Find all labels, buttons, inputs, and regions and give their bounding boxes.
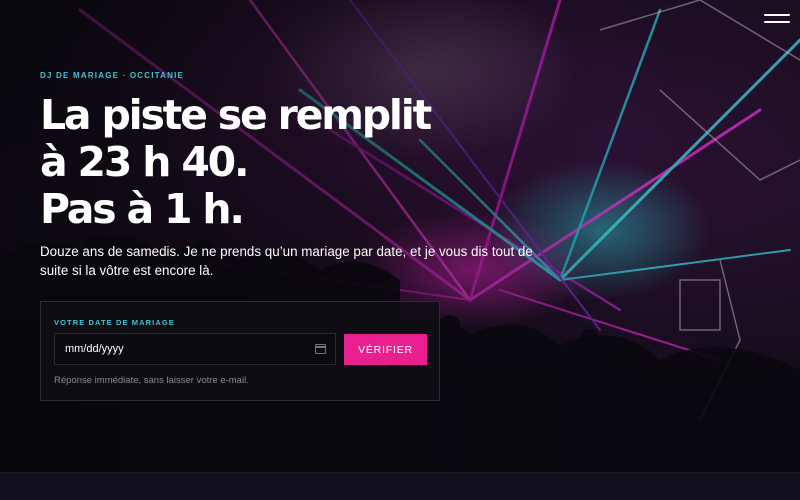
- date-input-value: mm/dd/yyyy: [65, 343, 124, 355]
- wedding-date-input[interactable]: mm/dd/yyyy: [54, 333, 336, 365]
- calendar-icon[interactable]: [315, 344, 326, 354]
- headline-line: La piste se remplit: [40, 91, 432, 139]
- page-title: La piste se remplit à 23 h 40. Pas à 1 h…: [40, 92, 640, 233]
- verify-button[interactable]: VÉRIFIER: [344, 334, 427, 365]
- headline-line: à 23 h 40.: [40, 138, 250, 186]
- menu-button[interactable]: [764, 10, 790, 26]
- hamburger-menu-icon: [764, 14, 790, 16]
- next-section-band: [0, 472, 800, 500]
- date-field-label: VOTRE DATE DE MARIAGE: [54, 318, 175, 327]
- hero-subtitle: Douze ans de samedis. Je ne prends qu’un…: [40, 244, 533, 278]
- eyebrow-label: DJ DE MARIAGE · OCCITANIE: [40, 71, 185, 80]
- date-check-form: VOTRE DATE DE MARIAGE mm/dd/yyyy VÉRIFIE…: [40, 301, 440, 401]
- form-note: Réponse immédiate, sans laisser votre e-…: [54, 375, 249, 386]
- headline-line: Pas à 1 h.: [40, 185, 245, 233]
